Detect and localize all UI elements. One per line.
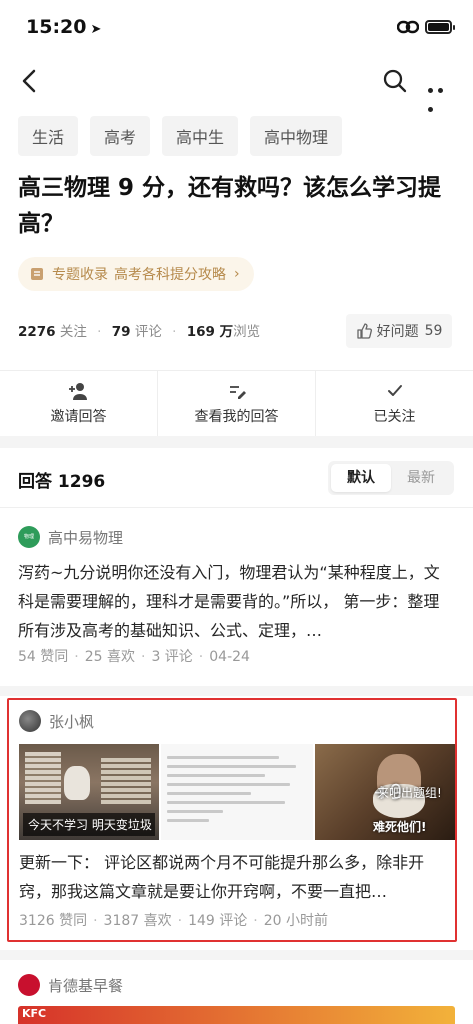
- sort-default-tab[interactable]: 默认: [331, 464, 391, 492]
- more-icon[interactable]: [428, 78, 456, 112]
- answer-images: 今天不学习 明天变垃圾 +9 来吧出题组! 难死他们!: [19, 744, 455, 840]
- section-divider: [0, 436, 473, 448]
- question-stats: 2276 关注 · 79 评论 · 169 万浏览: [18, 324, 261, 340]
- avatar[interactable]: 物理: [18, 526, 40, 548]
- good-question-count: 59: [424, 323, 443, 339]
- thumb-up-icon: [356, 323, 372, 339]
- answers-header: 回答 1296 默认 最新: [0, 448, 473, 508]
- chevron-right-icon: ›: [234, 266, 240, 282]
- collection-name: 高考各科提分攻略: [114, 267, 226, 283]
- question-title: 高三物理 9 分，还有救吗？该怎么学习提高？: [18, 175, 442, 237]
- followed-label: 已关注: [373, 409, 416, 425]
- answer-image-2[interactable]: [161, 744, 313, 840]
- back-icon[interactable]: [16, 66, 44, 96]
- invite-answer-label: 邀请回答: [50, 409, 107, 425]
- view-my-answer-button[interactable]: 查看我的回答: [158, 371, 316, 436]
- image-caption-top: 来吧出题组!: [377, 786, 442, 800]
- invite-answer-button[interactable]: 邀请回答: [0, 371, 158, 436]
- followed-button[interactable]: 已关注: [316, 371, 473, 436]
- views-label: 浏览: [233, 324, 261, 340]
- comments: 149 评论: [188, 913, 248, 929]
- answer-card[interactable]: 物理 高中易物理 泻药~九分说明你还没有入门，物理君认为“某种程度上，文科是需要…: [0, 508, 473, 686]
- link-icon: [397, 20, 419, 34]
- banner-text: KFC: [22, 1007, 47, 1020]
- followers-count: 2276: [18, 324, 56, 340]
- section-divider: [0, 686, 473, 696]
- date: 20 小时前: [263, 913, 328, 929]
- views-count: 169 万: [186, 324, 234, 340]
- status-time: 15:20 ➤: [26, 16, 101, 38]
- question-actions: 邀请回答 查看我的回答 已关注: [0, 370, 473, 436]
- document-icon: [31, 268, 43, 280]
- answer-card[interactable]: 肯德基早餐 KFC: [0, 960, 473, 1024]
- answers-count: 回答 1296: [18, 472, 106, 492]
- answer-card-highlighted[interactable]: 张小枫 今天不学习 明天变垃圾 +9 来吧出题组! 难死他们! 更新一下： 评论…: [7, 698, 457, 942]
- answer-meta: 3126 赞同 · 3187 喜欢 · 149 评论 · 20 小时前: [19, 913, 328, 929]
- good-question-button[interactable]: 好问题 59: [346, 314, 452, 348]
- answer-image-banner[interactable]: KFC: [18, 1006, 455, 1024]
- tag-3[interactable]: 高中物理: [250, 116, 343, 156]
- answer-excerpt[interactable]: 泻药~九分说明你还没有入门，物理君认为“某种程度上，文科是需要理解的，理科才是需…: [18, 558, 455, 645]
- check-icon: [387, 385, 402, 396]
- followers-label: 关注: [59, 324, 87, 340]
- date: 04-24: [209, 649, 250, 665]
- battery-icon: [425, 20, 455, 34]
- topic-tags: 生活 高考 高中生 高中物理: [18, 116, 343, 156]
- nav-bar: [0, 56, 473, 112]
- status-bar: 15:20 ➤: [0, 0, 473, 56]
- invite-icon: [68, 383, 87, 400]
- sort-toggle: 默认 最新: [328, 461, 454, 495]
- tag-0[interactable]: 生活: [18, 116, 79, 156]
- upvotes: 54 赞同: [18, 649, 69, 665]
- tag-2[interactable]: 高中生: [162, 116, 239, 156]
- answer-author[interactable]: 物理 高中易物理: [18, 526, 123, 548]
- image-caption: 今天不学习 明天变垃圾: [23, 813, 155, 836]
- good-question-label: 好问题: [376, 324, 419, 340]
- edit-icon: [229, 386, 246, 399]
- author-name[interactable]: 高中易物理: [48, 527, 123, 548]
- section-divider: [0, 950, 473, 960]
- sort-latest-tab[interactable]: 最新: [391, 464, 451, 492]
- search-icon[interactable]: [382, 68, 408, 94]
- likes: 3187 喜欢: [103, 913, 172, 929]
- upvotes: 3126 赞同: [19, 913, 88, 929]
- answer-author[interactable]: 张小枫: [19, 710, 94, 732]
- tag-1[interactable]: 高考: [90, 116, 151, 156]
- answer-meta: 54 赞同 · 25 喜欢 · 3 评论 · 04-24: [18, 649, 250, 665]
- collection-chip[interactable]: 专题收录 高考各科提分攻略 ›: [18, 257, 254, 291]
- author-name[interactable]: 肯德基早餐: [48, 975, 123, 996]
- status-time-text: 15:20: [26, 16, 87, 38]
- view-my-answer-label: 查看我的回答: [194, 409, 279, 425]
- location-arrow-icon: ➤: [90, 22, 102, 37]
- comments: 3 评论: [151, 649, 193, 665]
- author-name[interactable]: 张小枫: [49, 711, 94, 732]
- answer-image-3[interactable]: +9 来吧出题组! 难死他们!: [315, 744, 455, 840]
- answer-image-1[interactable]: 今天不学习 明天变垃圾: [19, 744, 159, 840]
- image-caption-bottom: 难死他们!: [373, 820, 427, 834]
- collection-label: 专题收录: [52, 267, 108, 283]
- answer-excerpt[interactable]: 更新一下： 评论区都说两个月不可能提升那么多，除非开窍，那我这篇文章就是要让你开…: [19, 848, 447, 906]
- comments-label[interactable]: 评论: [135, 324, 162, 340]
- likes: 25 喜欢: [84, 649, 135, 665]
- avatar[interactable]: [19, 710, 41, 732]
- comments-count[interactable]: 79: [112, 324, 131, 340]
- avatar[interactable]: [18, 974, 40, 996]
- answer-author[interactable]: 肯德基早餐: [18, 974, 123, 996]
